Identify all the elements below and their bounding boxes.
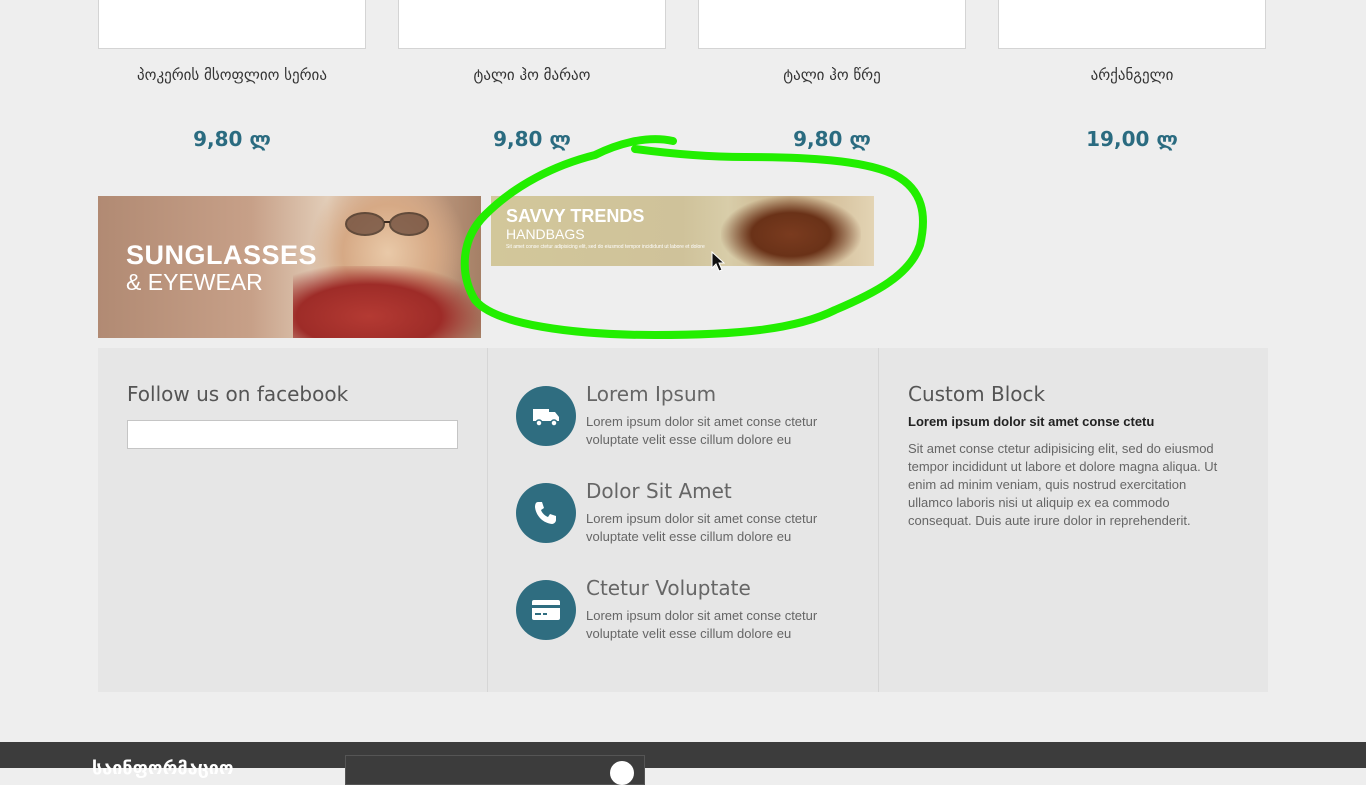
feature-description: Lorem ipsum dolor sit amet conse ctetur …	[586, 608, 818, 641]
feature-title: Dolor Sit Amet	[586, 479, 732, 503]
product-name[interactable]: ტალი ჰო წრე	[697, 66, 967, 84]
custom-block-text: Sit amet conse ctetur adipisicing elit, …	[908, 441, 1218, 528]
feature-description: Lorem ipsum dolor sit amet conse ctetur …	[586, 414, 818, 447]
facebook-title: Follow us on facebook	[127, 382, 349, 406]
product-name[interactable]: არქანგელი	[997, 66, 1267, 84]
newsletter-submit-button[interactable]	[610, 761, 634, 785]
annotation-circle	[460, 135, 927, 339]
phone-icon	[516, 483, 576, 543]
custom-block: Custom Block Lorem ipsum dolor sit amet …	[878, 348, 1268, 692]
feature-title: Lorem Ipsum	[586, 382, 717, 406]
feature-description: Lorem ipsum dolor sit amet conse ctetur …	[586, 511, 818, 544]
newsletter-label: საინფორმაციო	[92, 758, 234, 779]
feature-item: Lorem Ipsum Lorem ipsum dolor sit amet c…	[487, 348, 878, 692]
product-image[interactable]	[698, 0, 966, 49]
custom-block-title: Custom Block	[908, 382, 1046, 406]
product-image[interactable]	[398, 0, 666, 49]
banner-model-clothing	[293, 266, 481, 338]
newsletter-input[interactable]	[345, 755, 645, 785]
product-image[interactable]	[98, 0, 366, 49]
sunglasses-image	[345, 212, 429, 236]
facebook-widget[interactable]	[127, 420, 458, 449]
feature-title: Ctetur Voluptate	[586, 576, 751, 600]
product-name[interactable]: პოკერის მსოფლიო სერია	[97, 66, 367, 84]
info-section: Follow us on facebook Lorem Ipsum Lorem …	[98, 348, 1268, 692]
credit-card-icon	[516, 580, 576, 640]
banner-title: SUNGLASSES	[126, 240, 318, 270]
mouse-cursor-icon	[711, 251, 725, 272]
footer: საინფორმაციო	[0, 742, 1366, 785]
sunglasses-banner[interactable]: SUNGLASSES & EYEWEAR	[98, 196, 481, 338]
product-image[interactable]	[998, 0, 1266, 49]
truck-icon	[516, 386, 576, 446]
banner-subtitle: & EYEWEAR	[126, 269, 263, 295]
product-price: 9,80 ლ	[193, 127, 271, 151]
product-name[interactable]: ტალი ჰო მარაო	[397, 66, 667, 84]
custom-block-subtitle: Lorem ipsum dolor sit amet conse ctetu	[908, 414, 1155, 429]
product-price: 19,00 ლ	[1086, 127, 1178, 151]
